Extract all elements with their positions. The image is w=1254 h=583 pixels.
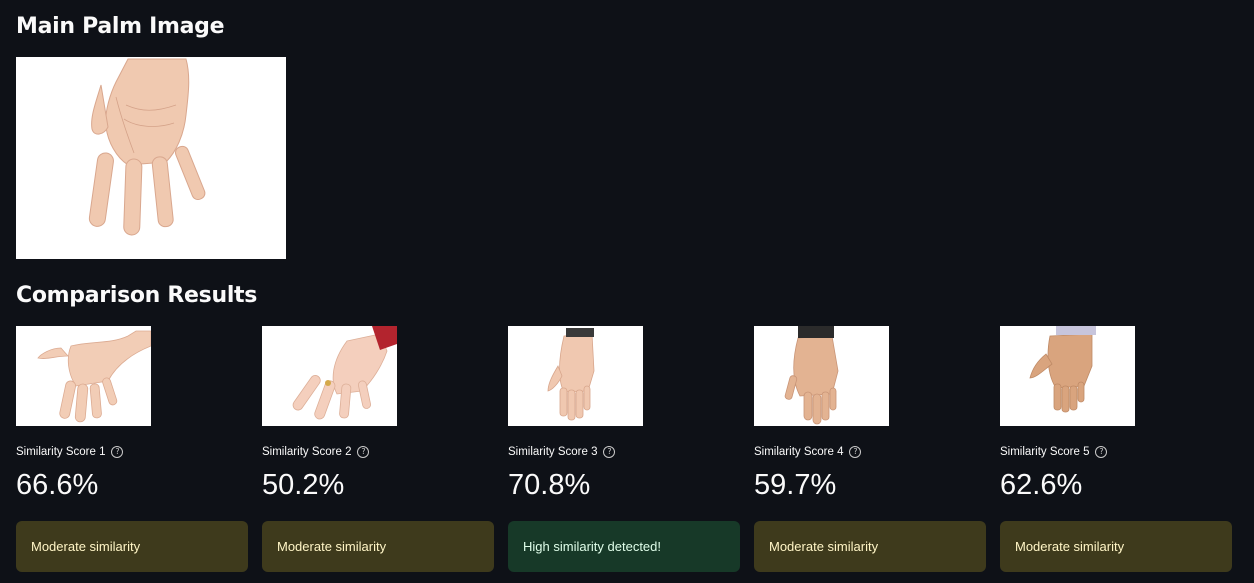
result-card-2: Similarity Score 2 ? 50.2% Moderate simi… [262,326,494,572]
main-palm-title: Main Palm Image [16,14,225,39]
result-card-5: Similarity Score 5 ? 62.6% Moderate simi… [1000,326,1232,572]
similarity-status-alert: Moderate similarity [262,521,494,572]
similarity-score-label: Similarity Score 1 ? [16,444,248,460]
similarity-score-label: Similarity Score 3 ? [508,444,740,460]
similarity-score-value: 59.7% [754,469,837,501]
help-circle-icon[interactable]: ? [603,446,616,458]
similarity-status-alert: Moderate similarity [1000,521,1232,572]
help-circle-icon[interactable]: ? [111,446,124,458]
similarity-score-value: 50.2% [262,469,345,501]
similarity-score-value: 66.6% [16,469,99,501]
help-circle-icon[interactable]: ? [1095,446,1108,458]
similarity-score-label: Similarity Score 5 ? [1000,444,1232,460]
result-card-3: Similarity Score 3 ? 70.8% High similari… [508,326,740,572]
similarity-score-label: Similarity Score 2 ? [262,444,494,460]
similarity-status-alert: Moderate similarity [16,521,248,572]
comparison-palm-image-2 [262,326,397,426]
main-palm-image [16,57,286,259]
comparison-results-title: Comparison Results [16,283,258,308]
comparison-palm-image-4 [754,326,889,426]
similarity-status-alert: High similarity detected! [508,521,740,572]
similarity-score-label: Similarity Score 4 ? [754,444,986,460]
similarity-status-alert: Moderate similarity [754,521,986,572]
result-card-4: Similarity Score 4 ? 59.7% Moderate simi… [754,326,986,572]
similarity-score-value: 70.8% [508,469,591,501]
comparison-palm-image-1 [16,326,151,426]
help-circle-icon[interactable]: ? [849,446,862,458]
comparison-palm-image-3 [508,326,643,426]
page: Main Palm Image Comparison Results Simil… [0,0,1254,583]
comparison-palm-image-5 [1000,326,1135,426]
similarity-score-value: 62.6% [1000,469,1083,501]
help-circle-icon[interactable]: ? [357,446,370,458]
result-card-1: Similarity Score 1 ? 66.6% Moderate simi… [16,326,248,572]
